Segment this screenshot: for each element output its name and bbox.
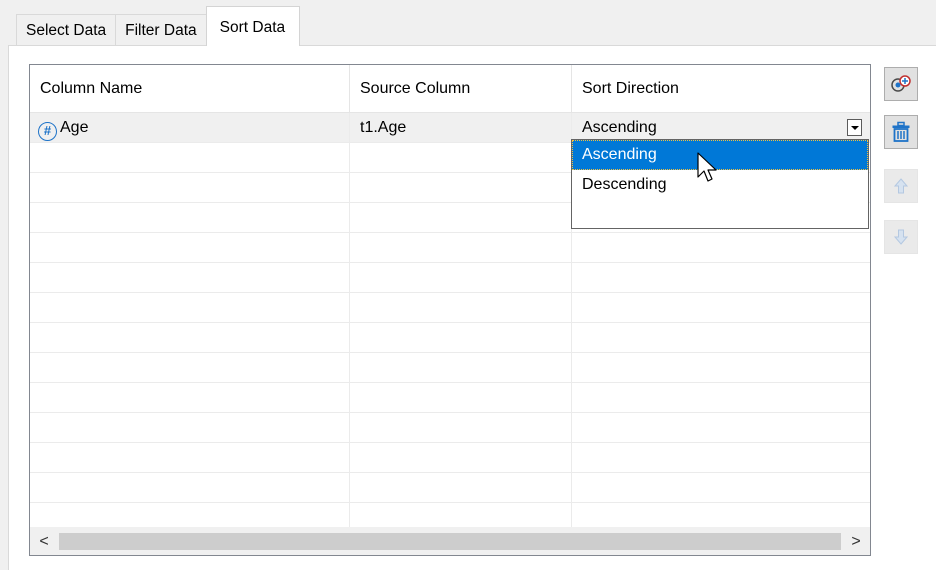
grid-cell[interactable] [30, 233, 350, 262]
grid-cell[interactable] [572, 353, 870, 382]
grid-header: Column Name Source Column Sort Direction [30, 65, 870, 113]
column-name-cell[interactable]: # Age [30, 113, 350, 142]
tab-filter-data[interactable]: Filter Data [115, 14, 207, 46]
sort-direction-header[interactable]: Sort Direction [572, 65, 870, 113]
grid-cell[interactable] [350, 413, 572, 442]
grid-cell[interactable] [30, 143, 350, 172]
grid-cell[interactable] [30, 473, 350, 502]
numeric-column-icon: # [38, 122, 57, 141]
scrollbar-thumb[interactable] [59, 533, 841, 550]
chevron-down-icon[interactable] [847, 119, 862, 136]
grid-cell[interactable] [30, 323, 350, 352]
grid-cell[interactable] [350, 263, 572, 292]
grid-cell[interactable] [572, 233, 870, 262]
column-name-header[interactable]: Column Name [30, 65, 350, 113]
move-up-icon [894, 178, 908, 194]
grid-cell[interactable] [30, 413, 350, 442]
grid-cell[interactable] [350, 203, 572, 232]
grid-cell[interactable] [30, 203, 350, 232]
table-row[interactable] [30, 263, 870, 293]
table-row[interactable] [30, 323, 870, 353]
grid-cell[interactable] [572, 443, 870, 472]
table-row[interactable] [30, 413, 870, 443]
grid-cell[interactable] [350, 323, 572, 352]
tab-sort-data[interactable]: Sort Data [205, 6, 301, 46]
table-row[interactable] [30, 233, 870, 263]
grid-cell[interactable] [350, 233, 572, 262]
grid-cell[interactable] [350, 353, 572, 382]
sort-direction-value: Ascending [582, 119, 657, 136]
move-up-button[interactable] [884, 169, 918, 203]
grid-cell[interactable] [572, 263, 870, 292]
move-down-button[interactable] [884, 220, 918, 254]
grid-cell[interactable] [350, 173, 572, 202]
delete-icon [892, 121, 910, 142]
add-sort-column-icon [891, 75, 911, 92]
add-sort-column-button[interactable] [884, 67, 918, 101]
grid-cell[interactable] [30, 173, 350, 202]
table-row[interactable] [30, 443, 870, 473]
table-row[interactable] [30, 383, 870, 413]
table-row[interactable] [30, 293, 870, 323]
grid-cell[interactable] [572, 323, 870, 352]
grid-cell[interactable] [350, 143, 572, 172]
delete-button[interactable] [884, 115, 918, 149]
grid-cell[interactable] [30, 293, 350, 322]
grid-cell[interactable] [572, 413, 870, 442]
grid-cell[interactable] [30, 383, 350, 412]
grid-cell[interactable] [30, 263, 350, 292]
sort-direction-combo[interactable]: Ascending [572, 113, 870, 142]
grid-cell[interactable] [350, 473, 572, 502]
move-down-icon [894, 229, 908, 245]
scroll-left-button[interactable]: < [30, 528, 58, 555]
grid-cell[interactable] [30, 443, 350, 472]
source-column-cell[interactable]: t1.Age [350, 113, 572, 142]
table-row[interactable] [30, 353, 870, 383]
horizontal-scrollbar[interactable]: < > [30, 527, 870, 555]
tab-select-data[interactable]: Select Data [16, 14, 117, 46]
source-column-header[interactable]: Source Column [350, 65, 572, 113]
grid-cell[interactable] [572, 383, 870, 412]
column-name-value: Age [60, 119, 89, 136]
sort-grid: Column Name Source Column Sort Direction… [29, 64, 871, 556]
grid-cell[interactable] [350, 443, 572, 472]
grid-cell[interactable] [350, 383, 572, 412]
grid-cell[interactable] [350, 293, 572, 322]
mouse-cursor-icon [697, 152, 717, 182]
grid-cell[interactable] [30, 353, 350, 382]
table-row[interactable] [30, 473, 870, 503]
scroll-right-button[interactable]: > [842, 528, 870, 555]
grid-cell[interactable] [572, 473, 870, 502]
grid-cell[interactable] [572, 293, 870, 322]
tab-strip: Select Data Filter Data Sort Data [16, 6, 301, 46]
